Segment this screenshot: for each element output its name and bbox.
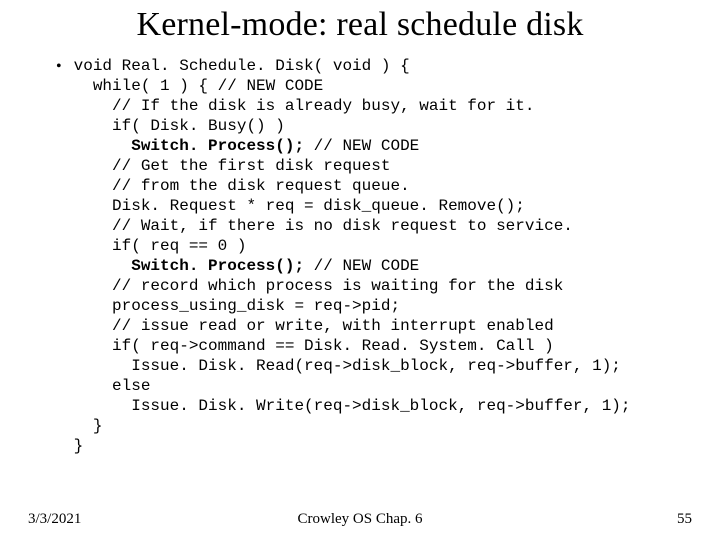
code-line: if( Disk. Busy() ) <box>74 117 285 135</box>
code-line: // If the disk is already busy, wait for… <box>74 97 535 115</box>
code-line: // NEW CODE <box>304 137 419 155</box>
code-block: void Real. Schedule. Disk( void ) { whil… <box>74 56 631 456</box>
code-line: void Real. Schedule. Disk( void ) { <box>74 57 410 75</box>
code-line: Issue. Disk. Read(req->disk_block, req->… <box>74 357 621 375</box>
code-line: } <box>74 437 84 455</box>
footer-page-number: 55 <box>677 511 692 528</box>
code-line: // Wait, if there is no disk request to … <box>74 217 573 235</box>
code-line <box>74 137 132 155</box>
code-line: if( req == 0 ) <box>74 237 247 255</box>
code-line: } <box>74 417 103 435</box>
code-line: // NEW CODE <box>304 257 419 275</box>
code-line: // issue read or write, with interrupt e… <box>74 317 554 335</box>
code-line <box>74 257 132 275</box>
code-line: Issue. Disk. Write(req->disk_block, req-… <box>74 397 631 415</box>
slide-body: • void Real. Schedule. Disk( void ) { wh… <box>56 56 690 456</box>
slide: Kernel-mode: real schedule disk • void R… <box>0 0 720 540</box>
bullet-marker: • <box>56 57 62 77</box>
bullet-row: • void Real. Schedule. Disk( void ) { wh… <box>56 56 690 456</box>
slide-title: Kernel-mode: real schedule disk <box>0 6 720 44</box>
code-line: // from the disk request queue. <box>74 177 410 195</box>
code-line: process_using_disk = req->pid; <box>74 297 400 315</box>
code-line: if( req->command == Disk. Read. System. … <box>74 337 554 355</box>
footer-center: Crowley OS Chap. 6 <box>0 511 720 528</box>
code-line: // Get the first disk request <box>74 157 391 175</box>
code-line: // record which process is waiting for t… <box>74 277 564 295</box>
code-line: Disk. Request * req = disk_queue. Remove… <box>74 197 525 215</box>
slide-footer: 3/3/2021 Crowley OS Chap. 6 55 <box>0 508 720 528</box>
code-bold: Switch. Process(); <box>131 137 304 155</box>
code-line: else <box>74 377 151 395</box>
code-line: while( 1 ) { // NEW CODE <box>74 77 324 95</box>
code-bold: Switch. Process(); <box>131 257 304 275</box>
